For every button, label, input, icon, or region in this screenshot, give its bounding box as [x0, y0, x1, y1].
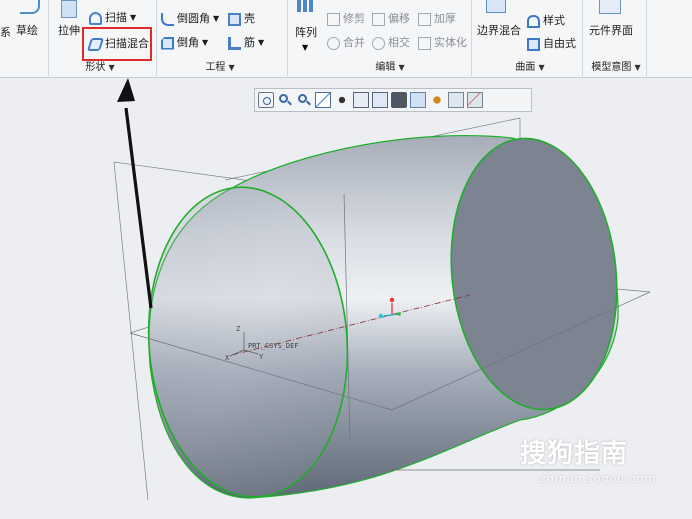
csys-label: PRT_CSYS_DEF — [248, 342, 299, 350]
thicken-label: 加厚 — [434, 12, 456, 25]
appearance-icon[interactable] — [448, 92, 464, 108]
model-intent-group-label[interactable]: 模型意图 ▼ — [584, 61, 648, 75]
shell-icon — [228, 12, 241, 26]
pattern-icon — [297, 0, 313, 12]
freestyle-button[interactable]: 自由式 — [527, 35, 576, 53]
component-interface-button[interactable]: 元件界面 — [589, 24, 633, 38]
sketch-icon — [20, 0, 40, 14]
chamfer-label: 倒角 — [177, 36, 199, 49]
axis-y-label: Y — [259, 353, 264, 361]
intersect-icon — [372, 36, 385, 50]
watermark-brand: 搜狗指南 — [520, 439, 629, 469]
pattern-dropdown-caret[interactable]: ▼ — [302, 43, 308, 52]
sweep-label: 扫描 — [105, 11, 127, 24]
round-button[interactable]: 倒圆角 ▼ — [161, 10, 219, 28]
highlight-box — [82, 27, 152, 61]
freestyle-label: 自由式 — [543, 37, 576, 50]
rib-dropdown-caret[interactable]: ▼ — [258, 34, 264, 52]
extrude-icon — [61, 0, 77, 18]
chamfer-icon — [161, 36, 174, 50]
named-views-icon[interactable] — [372, 92, 388, 108]
csys-display-icon[interactable] — [467, 92, 483, 108]
axis-x-label: X — [225, 354, 230, 362]
merge-button[interactable]: 合并 — [327, 34, 365, 52]
shell-button[interactable]: 壳 — [228, 10, 255, 28]
sweep-icon — [89, 11, 102, 25]
offset-label: 偏移 — [388, 12, 410, 25]
shape-group-label[interactable]: 形状 ▼ — [60, 61, 140, 75]
thicken-button[interactable]: 加厚 — [418, 10, 456, 28]
zoom-out-icon[interactable] — [296, 92, 312, 108]
display-style-icon[interactable] — [391, 92, 407, 108]
boundary-blend-icon — [486, 0, 506, 13]
annotation-display-icon[interactable] — [429, 92, 445, 108]
pattern-button[interactable]: 阵列 — [295, 26, 317, 40]
shell-label: 壳 — [244, 12, 255, 25]
sketch-button[interactable]: 草绘 — [16, 24, 38, 38]
trim-button[interactable]: 修剪 — [327, 10, 365, 28]
boundary-blend-button[interactable]: 边界混合 — [477, 24, 521, 38]
editing-group-label[interactable]: 编辑 ▼ — [330, 61, 450, 75]
watermark: 搜狗指南 zhinan.sogou.com — [520, 433, 656, 485]
spin-center-icon[interactable] — [334, 92, 350, 108]
rib-icon — [228, 36, 241, 50]
datum-display-icon[interactable] — [410, 92, 426, 108]
style-icon — [527, 14, 540, 28]
merge-label: 合并 — [343, 36, 365, 49]
round-label: 倒圆角 — [177, 12, 210, 25]
rib-button[interactable]: 筋 ▼ — [228, 34, 264, 52]
round-icon — [161, 12, 174, 26]
freestyle-icon — [527, 37, 540, 51]
rib-label: 筋 — [244, 36, 255, 49]
surfaces-group-label[interactable]: 曲面 ▼ — [495, 61, 565, 75]
watermark-url: zhinan.sogou.com — [540, 472, 657, 485]
round-dropdown-caret[interactable]: ▼ — [213, 10, 219, 28]
view-toolbar — [254, 88, 532, 112]
intersect-label: 相交 — [388, 36, 410, 49]
trim-label: 修剪 — [343, 12, 365, 25]
left-truncated-label: 系 — [0, 26, 11, 39]
ribbon: 系 草绘 拉伸 扫描 ▼ 扫描混合 形状 ▼ 倒圆角 ▼ 壳 倒角 ▼ 筋 ▼ … — [0, 0, 692, 78]
solidify-icon — [418, 36, 431, 50]
engineering-group-label[interactable]: 工程 ▼ — [170, 61, 270, 75]
repaint-icon[interactable] — [315, 92, 331, 108]
offset-icon — [372, 12, 385, 26]
chamfer-button[interactable]: 倒角 ▼ — [161, 34, 208, 52]
solidify-label: 实体化 — [434, 36, 467, 49]
chamfer-dropdown-caret[interactable]: ▼ — [202, 34, 208, 52]
style-button[interactable]: 样式 — [527, 12, 565, 30]
trim-icon — [327, 12, 340, 26]
intersect-button[interactable]: 相交 — [372, 34, 410, 52]
solidify-button[interactable]: 实体化 — [418, 34, 467, 52]
refit-icon[interactable] — [258, 92, 274, 108]
offset-button[interactable]: 偏移 — [372, 10, 410, 28]
axis-z-label: Z — [236, 325, 241, 333]
zoom-in-icon[interactable] — [277, 92, 293, 108]
component-interface-icon — [599, 0, 621, 14]
sweep-button[interactable]: 扫描 ▼ — [89, 9, 136, 27]
sweep-dropdown-caret[interactable]: ▼ — [130, 9, 136, 27]
merge-icon — [327, 36, 340, 50]
thicken-icon — [418, 12, 431, 26]
style-label: 样式 — [543, 14, 565, 27]
view-manager-icon[interactable] — [353, 92, 369, 108]
extrude-button[interactable]: 拉伸 — [58, 24, 80, 38]
